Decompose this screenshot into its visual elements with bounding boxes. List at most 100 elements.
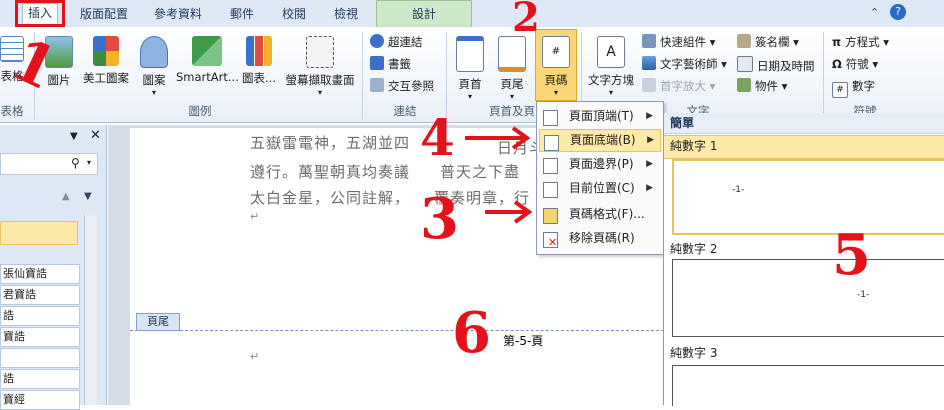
nav-item[interactable] <box>0 348 80 368</box>
tab-review[interactable]: 校閱 <box>278 5 310 23</box>
signature-line-button[interactable]: 簽名欄 ▾ <box>737 34 799 50</box>
body-text-line: 五嶽雷電神，五湖並四 <box>250 134 411 152</box>
nav-item[interactable]: 寶誥 <box>0 327 80 347</box>
menu-item-remove-page-numbers[interactable]: ✕ 移除頁碼(R) <box>539 227 659 250</box>
text-box-button[interactable]: A 文字方塊 ▾ <box>586 36 636 97</box>
shapes-button[interactable]: 圖案 ▾ <box>134 36 174 97</box>
minimize-ribbon-icon[interactable]: ⌃ <box>870 6 879 19</box>
page-margins-icon <box>543 158 558 174</box>
close-icon[interactable]: ✕ <box>90 128 101 143</box>
gallery-item-preview[interactable]: -1- <box>672 159 944 235</box>
clip-art-icon <box>93 36 119 66</box>
remove-page-numbers-icon: ✕ <box>543 232 558 249</box>
paragraph-mark: ↵ <box>250 350 260 363</box>
tab-design[interactable]: 設計 <box>376 0 472 28</box>
tab-references[interactable]: 參考資料 <box>150 5 206 23</box>
text-box-icon: A <box>597 36 625 68</box>
annotation-5: 5 <box>832 222 871 288</box>
paragraph-mark: ↵ <box>250 210 260 223</box>
menu-item-bottom-of-page[interactable]: 頁面底端(B) ▶ <box>539 129 661 152</box>
clip-art-button[interactable]: 美工圖案 <box>80 36 132 86</box>
nav-item[interactable]: 張仙寶誥 <box>0 264 80 284</box>
group-label-tables: 表格 <box>0 104 24 118</box>
annotation-6: 6 <box>452 300 491 366</box>
page-number-button[interactable]: # 頁碼 ▾ <box>535 29 577 101</box>
tab-page-layout[interactable]: 版面配置 <box>76 5 132 23</box>
cross-reference-button[interactable]: 交互參照 <box>370 78 434 94</box>
gallery-section-title: 簡單 <box>664 113 944 134</box>
smartart-icon <box>192 36 222 66</box>
bookmark-button[interactable]: 書籤 <box>370 56 411 72</box>
nav-item[interactable]: 誥 <box>0 369 80 389</box>
nav-item[interactable]: 寶經 <box>0 390 80 410</box>
footer-tag: 頁尾 <box>136 313 180 331</box>
navigation-pane: ▼ ✕ ⚲ ▾ ▲ ▼ 張仙寶誥 君寶誥 誥 寶誥 誥 寶經 <box>0 125 107 410</box>
tab-view[interactable]: 檢視 <box>330 5 362 23</box>
footer-boundary <box>130 330 664 331</box>
gallery-item-label[interactable]: 純數字 1 <box>664 135 944 159</box>
body-text-line: 遵行。萬聖朝真均奏議 <box>250 163 411 181</box>
menu-item-current-position[interactable]: 目前位置(C) ▶ <box>539 177 659 200</box>
nav-item-selected[interactable] <box>0 221 78 245</box>
wordart-icon <box>642 56 656 70</box>
help-icon[interactable]: ? <box>890 4 906 20</box>
signature-line-icon <box>737 34 751 48</box>
annotation-arrows <box>465 126 533 224</box>
number-button[interactable]: # 數字 <box>832 78 875 98</box>
search-icon: ⚲ <box>71 156 80 170</box>
body-text-line: 太白金星，公同註解， <box>250 189 411 207</box>
gallery-item-label[interactable]: 純數字 3 <box>664 343 944 363</box>
equation-button[interactable]: π 方程式 ▾ <box>832 34 889 50</box>
submenu-arrow-icon: ▶ <box>646 111 653 121</box>
drop-cap-button[interactable]: 首字放大 ▾ <box>642 78 715 94</box>
gallery-item-preview[interactable]: -1- <box>672 259 944 337</box>
date-time-button[interactable]: 日期及時間 <box>737 56 815 74</box>
page-number-gallery: 簡單 純數字 1 -1- 純數字 2 -1- 純數字 3 <box>663 113 944 406</box>
smartart-button[interactable]: SmartArt... <box>176 36 239 84</box>
page-number-text[interactable]: 第-5-頁 <box>503 332 543 349</box>
submenu-arrow-icon: ▶ <box>646 159 653 169</box>
ribbon-tab-bar: 插入 版面配置 參考資料 郵件 校閱 檢視 設計 ⌃ ? <box>0 0 944 28</box>
header-button[interactable]: 頁首 ▾ <box>452 36 488 101</box>
annotation-3: 3 <box>420 186 459 252</box>
shapes-icon <box>140 36 168 68</box>
annotation-4: 4 <box>420 108 455 167</box>
wordart-button[interactable]: 文字藝術師 ▾ <box>642 56 727 72</box>
drop-cap-icon <box>642 78 656 92</box>
chart-icon <box>246 36 272 66</box>
quick-parts-icon <box>642 34 656 48</box>
annotation-arrow-4 <box>465 126 531 150</box>
object-icon <box>737 78 751 92</box>
format-page-numbers-icon <box>543 208 558 224</box>
nav-item[interactable]: 君寶誥 <box>0 285 80 305</box>
tab-mailings[interactable]: 郵件 <box>226 5 258 23</box>
object-button[interactable]: 物件 ▾ <box>737 78 787 94</box>
menu-item-top-of-page[interactable]: 頁面頂端(T) ▶ <box>539 105 659 128</box>
next-icon[interactable]: ▼ <box>84 191 92 202</box>
pane-menu-arrow-icon[interactable]: ▼ <box>70 131 78 142</box>
screenshot-button[interactable]: 螢幕擷取畫面 ▾ <box>282 36 358 97</box>
menu-item-page-margins[interactable]: 頁面邊界(P) ▶ <box>539 153 659 176</box>
annotation-2: 2 <box>512 0 540 41</box>
nav-item[interactable]: 誥 <box>0 306 80 326</box>
symbol-button[interactable]: Ω 符號 ▾ <box>832 56 878 72</box>
calendar-icon <box>737 56 753 72</box>
gallery-item-preview[interactable] <box>672 365 944 406</box>
number-icon: # <box>832 82 848 98</box>
submenu-arrow-icon: ▶ <box>647 135 654 145</box>
menu-item-format-page-numbers[interactable]: 頁碼格式(F)... <box>539 203 659 226</box>
search-input[interactable]: ⚲ ▾ <box>0 153 98 175</box>
header-icon <box>456 36 484 72</box>
hyperlink-icon <box>370 34 384 48</box>
gallery-item-label[interactable]: 純數字 2 <box>664 239 944 259</box>
page-bottom-icon <box>544 135 559 151</box>
hyperlink-button[interactable]: 超連結 <box>370 34 423 50</box>
scrollbar[interactable] <box>84 215 97 405</box>
search-dropdown-icon[interactable]: ▾ <box>87 158 91 167</box>
footer-button[interactable]: 頁尾 ▾ <box>494 36 530 101</box>
previous-icon[interactable]: ▲ <box>62 191 70 202</box>
quick-parts-button[interactable]: 快速組件 ▾ <box>642 34 715 50</box>
current-position-icon <box>543 182 558 198</box>
chart-button[interactable]: 圖表... <box>240 36 278 86</box>
annotation-arrow-3 <box>485 200 533 224</box>
